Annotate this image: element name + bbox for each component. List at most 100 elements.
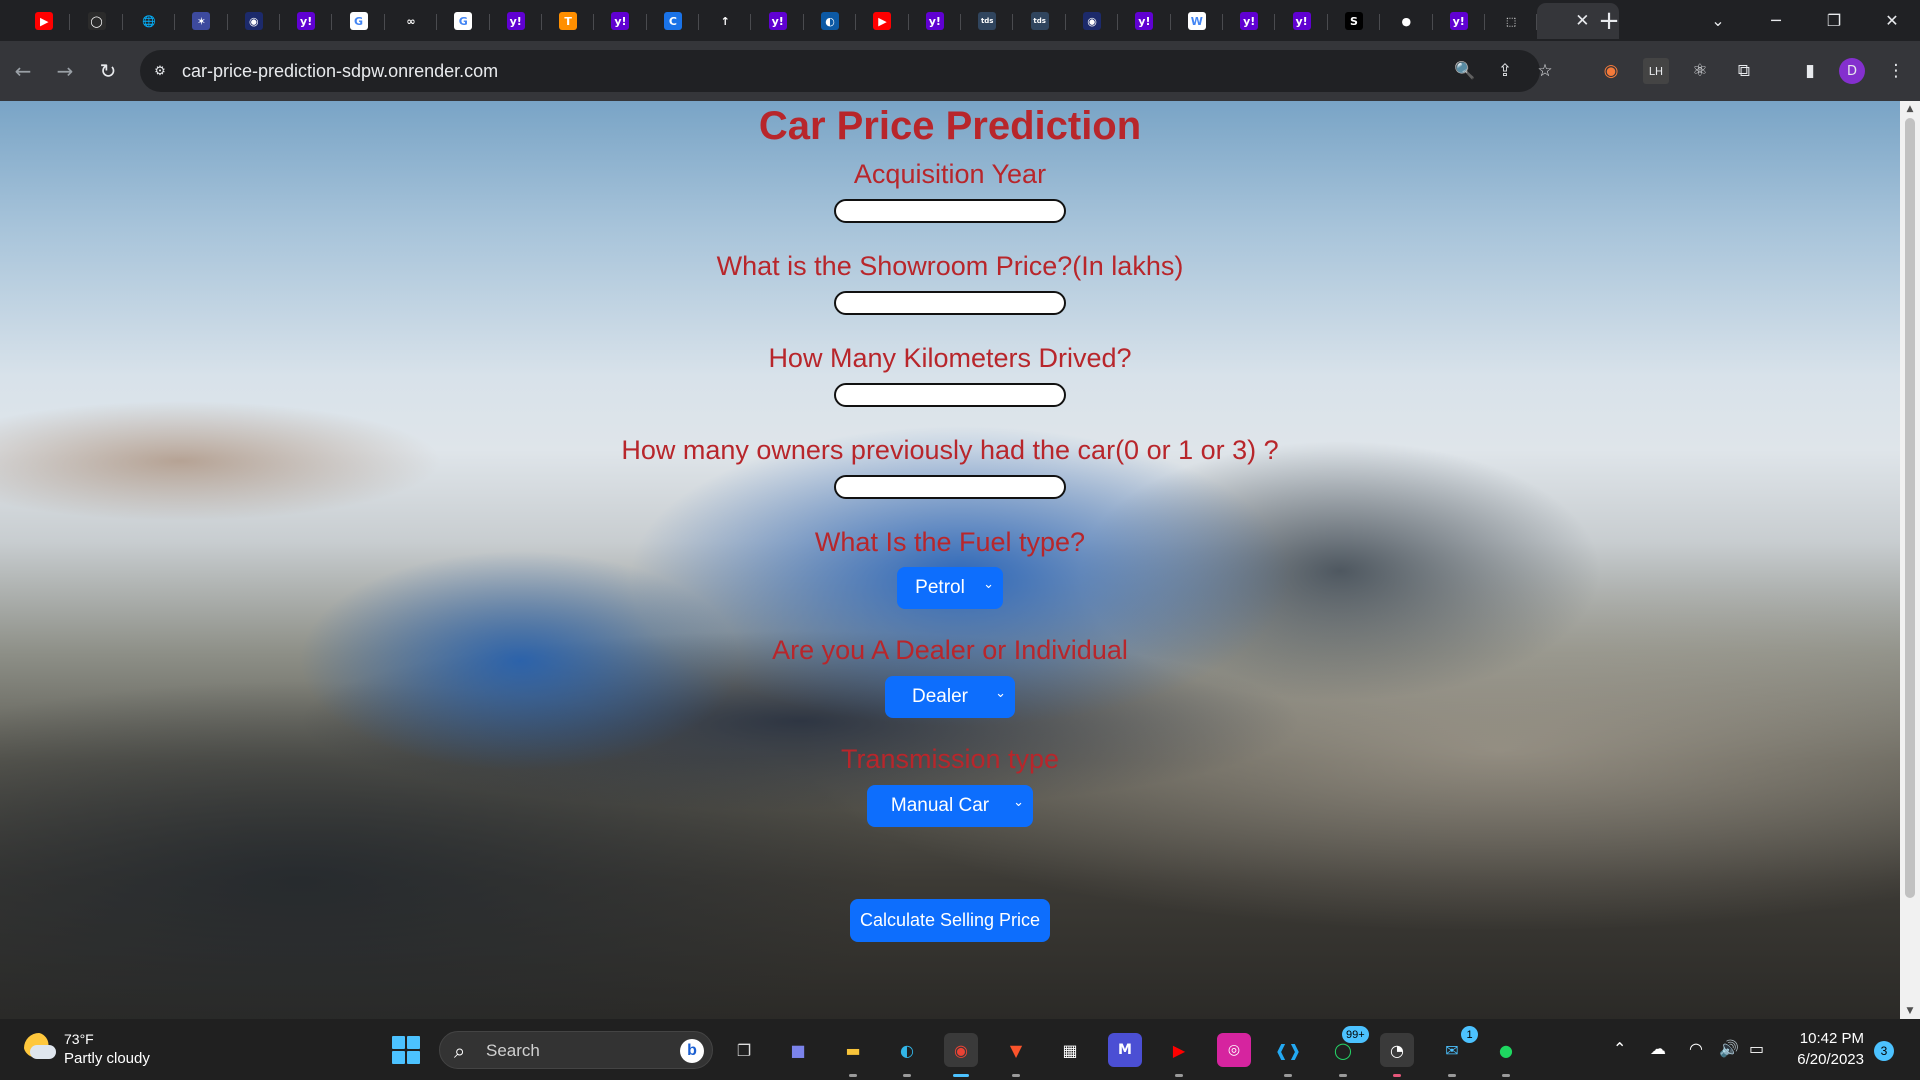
task-view-icon[interactable]: ❐: [727, 1033, 761, 1067]
tds-icon: tds: [978, 12, 997, 30]
owners-input[interactable]: [834, 475, 1066, 499]
browser-tab[interactable]: C: [647, 3, 700, 39]
kilometers-input[interactable]: [834, 383, 1066, 407]
zoom-icon[interactable]: 🔍: [1453, 61, 1477, 81]
new-tab-button[interactable]: +: [1594, 6, 1624, 36]
close-window-button[interactable]: ✕: [1864, 0, 1920, 41]
browser-tab[interactable]: ▶: [18, 3, 71, 39]
seller-type-select[interactable]: Dealer ⌄: [885, 676, 1015, 718]
browser-tab[interactable]: 🌐: [123, 3, 176, 39]
back-button[interactable]: ←: [7, 55, 39, 87]
side-panel-icon[interactable]: ▮: [1797, 58, 1823, 84]
browser-tab[interactable]: ↑: [699, 3, 752, 39]
restore-button[interactable]: ❐: [1806, 0, 1862, 41]
volume-icon[interactable]: 🔊: [1719, 1039, 1739, 1058]
onedrive-cloud-icon[interactable]: ☁: [1650, 1039, 1666, 1058]
browser-tab[interactable]: G: [437, 3, 490, 39]
system-clock[interactable]: 10:42 PM 6/20/2023: [1780, 1030, 1864, 1068]
browser-tab[interactable]: ◯: [70, 3, 124, 39]
scroll-down-arrow-icon[interactable]: ▼: [1900, 1003, 1920, 1019]
yahoo-icon: y!: [768, 12, 787, 30]
taskbar: 73°F Partly cloudy ⌕ Search b ❐ ■ ▬ ◐ ◉ …: [0, 1019, 1920, 1080]
notification-count-badge[interactable]: 3: [1874, 1041, 1894, 1061]
youtube-icon[interactable]: ▶: [1162, 1033, 1196, 1067]
extensions-puzzle-icon[interactable]: ⧉: [1731, 58, 1757, 84]
browser-tab[interactable]: y!: [1433, 3, 1486, 39]
browser-tab[interactable]: y!: [909, 3, 962, 39]
menu-kebab-icon[interactable]: ⋮: [1883, 58, 1909, 84]
browser-tab[interactable]: tds: [1013, 3, 1067, 39]
reload-button[interactable]: ↻: [92, 55, 124, 87]
browser-tab[interactable]: ◉: [228, 3, 281, 39]
bing-icon[interactable]: b: [680, 1039, 704, 1063]
page-scrollbar[interactable]: ▲ ▼: [1900, 101, 1920, 1019]
wifi-icon[interactable]: ◠: [1689, 1039, 1703, 1058]
showroom-price-input[interactable]: [834, 291, 1066, 315]
vscode-icon[interactable]: ❰❱: [1271, 1033, 1305, 1067]
battery-icon[interactable]: ▭: [1749, 1039, 1764, 1058]
share-icon[interactable]: ⇪: [1493, 61, 1517, 81]
minimize-button[interactable]: ─: [1748, 0, 1804, 41]
site-info-icon[interactable]: ⚙: [150, 61, 170, 81]
seal-icon: ◉: [1083, 12, 1101, 30]
running-indicator: [1012, 1074, 1020, 1077]
browser-tab[interactable]: G: [332, 3, 386, 39]
clock-app-icon[interactable]: ◔: [1380, 1033, 1414, 1067]
transmission-label: Transmission type: [840, 744, 1060, 774]
browser-tab[interactable]: ▶: [856, 3, 910, 39]
acquisition-year-input[interactable]: [834, 199, 1066, 223]
editor-app-icon[interactable]: M: [1108, 1033, 1142, 1067]
google-icon: G: [349, 12, 368, 30]
browser-tab[interactable]: ✶: [175, 3, 228, 39]
browser-tab[interactable]: y!: [490, 3, 543, 39]
fuel-type-select[interactable]: Petrol ⌄: [897, 567, 1003, 609]
browser-tab[interactable]: ∞: [385, 3, 438, 39]
edge-icon[interactable]: ◐: [890, 1033, 924, 1067]
microsoft-store-icon[interactable]: ▦: [1053, 1033, 1087, 1067]
pinwheel-icon: ✶: [192, 12, 211, 30]
clock-date: 6/20/2023: [1797, 1051, 1864, 1068]
browser-tab[interactable]: ◐: [804, 3, 857, 39]
profile-avatar[interactable]: D: [1839, 58, 1865, 84]
spotify-icon[interactable]: ●: [1489, 1033, 1523, 1067]
browser-tab[interactable]: y!: [594, 3, 648, 39]
browser-tab[interactable]: y!: [1223, 3, 1276, 39]
browser-tab[interactable]: T: [542, 3, 595, 39]
browser-tab[interactable]: y!: [1118, 3, 1171, 39]
browser-tab[interactable]: y!: [1275, 3, 1329, 39]
bookmark-star-icon[interactable]: ☆: [1533, 61, 1557, 81]
extension-firefox-icon[interactable]: ◉: [1598, 58, 1624, 84]
close-tab-icon[interactable]: ✕: [1575, 11, 1589, 31]
extension-lighthouse-icon[interactable]: LH: [1643, 58, 1669, 84]
browser-tab[interactable]: tds: [961, 3, 1014, 39]
url-text[interactable]: car-price-prediction-sdpw.onrender.com: [182, 61, 498, 82]
chrome-icon[interactable]: ◉: [944, 1033, 978, 1067]
file-explorer-icon[interactable]: ▬: [836, 1033, 870, 1067]
windows-start-icon[interactable]: [392, 1036, 420, 1064]
weather-temperature[interactable]: 73°F: [64, 1031, 94, 1047]
tab-search-icon[interactable]: ⌄: [1690, 0, 1746, 41]
active-indicator: [953, 1074, 969, 1077]
address-bar[interactable]: ⚙ car-price-prediction-sdpw.onrender.com…: [140, 50, 1553, 92]
browser-tab[interactable]: y!: [751, 3, 805, 39]
browser-tab[interactable]: ◉: [1066, 3, 1119, 39]
browser-tab[interactable]: ●: [1380, 3, 1433, 39]
tray-overflow-chevron-icon[interactable]: ⌃: [1613, 1039, 1626, 1058]
scrollbar-thumb[interactable]: [1905, 118, 1915, 898]
running-indicator: [1393, 1074, 1401, 1077]
browser-tab[interactable]: y!: [280, 3, 333, 39]
weather-condition[interactable]: Partly cloudy: [64, 1050, 150, 1067]
brave-icon[interactable]: ▼: [999, 1033, 1033, 1067]
extension-react-icon[interactable]: ⚛: [1687, 58, 1713, 84]
running-indicator: [1448, 1074, 1456, 1077]
calculate-price-button[interactable]: Calculate Selling Price: [850, 899, 1050, 942]
browser-tab[interactable]: S: [1328, 3, 1381, 39]
teams-chat-icon[interactable]: ■: [781, 1033, 815, 1067]
scroll-up-arrow-icon[interactable]: ▲: [1900, 101, 1920, 117]
instagram-icon[interactable]: ◎: [1217, 1033, 1251, 1067]
browser-tab[interactable]: ⬚: [1485, 3, 1538, 39]
browser-tab[interactable]: W: [1171, 3, 1224, 39]
transmission-select[interactable]: Manual Car ⌄: [867, 785, 1033, 827]
forward-button[interactable]: →: [49, 55, 81, 87]
taskbar-search[interactable]: ⌕ Search b: [439, 1031, 713, 1069]
